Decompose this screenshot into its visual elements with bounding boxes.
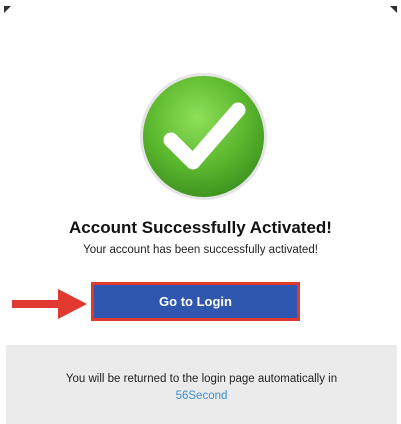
redirect-message: You will be returned to the login page a… [65,373,338,385]
redirect-notice: You will be returned to the login page a… [6,345,397,424]
success-message: Your account has been successfully activ… [83,244,318,256]
arrow-right-icon [12,289,87,319]
go-to-login-button[interactable]: Go to Login [91,282,300,321]
page-title: Account Successfully Activated! [69,218,332,237]
countdown-link[interactable]: 56Second [6,390,397,402]
checkmark-icon [137,70,270,203]
go-to-login-label: Go to Login [159,294,232,309]
corner-mark-left [4,6,11,13]
corner-mark-right [390,6,397,13]
